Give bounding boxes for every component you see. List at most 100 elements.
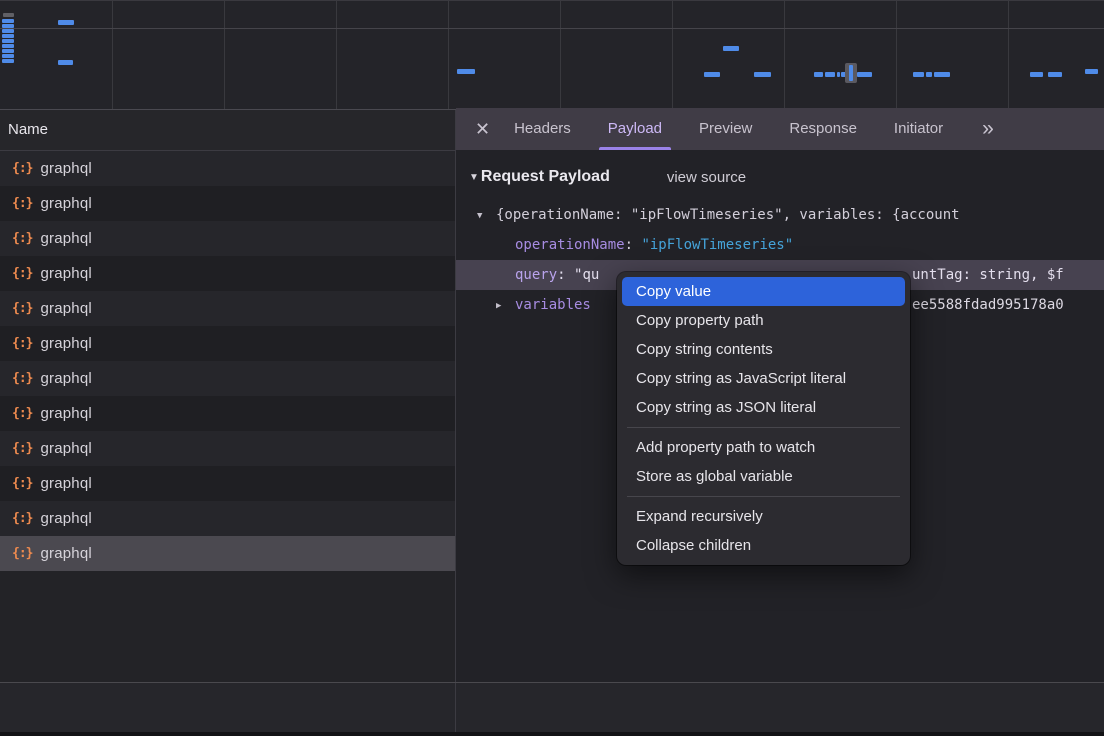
menu-item-copy-string-as-json-literal[interactable]: Copy string as JSON literal — [622, 393, 905, 422]
devtools-network-panel: Name {:} graphql {:} graphql {:} graphql {:} gr… — [0, 0, 1104, 736]
prop-key: operationName — [515, 237, 625, 253]
waterfall-bar — [857, 72, 872, 77]
request-list-panel: Name {:} graphql {:} graphql {:} graphql {:} gr… — [0, 110, 456, 732]
waterfall-bar — [1048, 72, 1062, 77]
network-request-row[interactable]: {:} graphql — [0, 431, 455, 466]
prop-key: variables — [515, 297, 591, 313]
waterfall-bar — [2, 39, 14, 43]
panel-split-divider[interactable] — [455, 683, 456, 732]
waterfall-bar — [2, 24, 14, 28]
more-tabs-icon[interactable]: » — [982, 117, 992, 141]
close-icon[interactable]: ✕ — [475, 119, 490, 140]
waterfall-bar — [723, 46, 739, 51]
selected-request-marker-tick — [849, 65, 853, 81]
json-braces-icon: {:} — [12, 511, 32, 526]
tab-payload[interactable]: Payload — [608, 108, 662, 150]
menu-item-store-as-global-variable[interactable]: Store as global variable — [622, 462, 905, 491]
waterfall-bar — [837, 72, 840, 77]
waterfall-bar — [58, 20, 74, 25]
menu-item-expand-recursively[interactable]: Expand recursively — [622, 502, 905, 531]
waterfall-bar — [704, 72, 720, 77]
waterfall-bar — [2, 44, 14, 48]
request-name: graphql — [40, 545, 91, 562]
prop-value-left-fragment: "qu — [574, 267, 599, 283]
waterfall-bar — [457, 69, 475, 74]
network-request-row[interactable]: {:}graphql — [0, 396, 455, 431]
waterfall-bar — [934, 72, 950, 77]
menu-item-copy-value[interactable]: Copy value — [622, 277, 905, 306]
payload-prop-operationname-row[interactable]: operationName: "ipFlowTimeseries" — [456, 230, 1104, 260]
tab-preview[interactable]: Preview — [699, 108, 752, 150]
network-request-row[interactable]: {:} graphql — [0, 466, 455, 501]
request-name: graphql — [40, 475, 91, 492]
json-braces-icon: {:} — [12, 231, 32, 246]
network-request-row[interactable]: {:}graphql — [0, 361, 455, 396]
waterfall-bar — [2, 29, 14, 33]
waterfall-gray-bar — [3, 13, 14, 17]
key-separator: : — [557, 267, 574, 283]
menu-separator — [627, 427, 900, 428]
waterfall-bar — [814, 72, 823, 77]
tab-label: Response — [789, 120, 857, 137]
network-request-row[interactable]: {:}graphql — [0, 186, 455, 221]
request-name: graphql — [40, 300, 91, 317]
menu-item-add-property-path-to-watch[interactable]: Add property path to watch — [622, 433, 905, 462]
json-braces-icon: {:} — [12, 301, 32, 316]
network-request-row[interactable]: {:}graphql — [0, 221, 455, 256]
collapsed-arrow-icon[interactable]: ▶ — [496, 291, 515, 320]
json-braces-icon: {:} — [12, 476, 32, 491]
menu-item-copy-property-path[interactable]: Copy property path — [622, 306, 905, 335]
overview-gridline — [560, 1, 561, 109]
network-request-row[interactable]: {:} graphql — [0, 326, 455, 361]
network-request-row[interactable]: {:} graphql — [0, 536, 455, 571]
overview-gridline — [672, 1, 673, 109]
menu-group: Expand recursivelyCollapse children — [617, 502, 910, 560]
network-request-row[interactable]: {:} graphql — [0, 501, 455, 536]
request-name: graphql — [40, 440, 91, 457]
network-request-row[interactable]: {:}graphql — [0, 256, 455, 291]
overview-gridline — [896, 1, 897, 109]
request-name: graphql — [40, 510, 91, 527]
menu-item-collapse-children[interactable]: Collapse children — [622, 531, 905, 560]
network-request-row[interactable]: {:} graphql — [0, 291, 455, 326]
window-bottom-edge — [0, 732, 1104, 736]
name-column-header[interactable]: Name — [0, 110, 455, 151]
tab-response[interactable]: Response — [789, 108, 857, 150]
tab-label: Preview — [699, 120, 752, 137]
tab-headers[interactable]: Headers — [514, 108, 571, 150]
view-source-link[interactable]: view source — [667, 169, 746, 186]
tab-initiator[interactable]: Initiator — [894, 108, 943, 150]
tab-label: Payload — [608, 120, 662, 137]
json-braces-icon: {:} — [12, 161, 32, 176]
payload-root-preview-row[interactable]: ▼{operationName: "ipFlowTimeseries", var… — [456, 200, 1104, 230]
json-braces-icon: {:} — [12, 441, 32, 456]
section-collapse-arrow-icon[interactable]: ▼ — [469, 172, 479, 183]
overview-gridline — [336, 1, 337, 109]
expanded-arrow-icon[interactable]: ▼ — [477, 201, 496, 230]
request-name: graphql — [40, 335, 91, 352]
json-braces-icon: {:} — [12, 196, 32, 211]
section-title: Request Payload — [481, 168, 610, 186]
name-column-label: Name — [8, 121, 48, 138]
network-overview-timeline[interactable] — [0, 0, 1104, 110]
menu-item-copy-string-contents[interactable]: Copy string contents — [622, 335, 905, 364]
json-braces-icon: {:} — [12, 336, 32, 351]
request-payload-section-header[interactable]: ▼ Request Payload view source — [456, 150, 1104, 192]
key-separator: : — [625, 237, 642, 253]
menu-separator — [627, 496, 900, 497]
overview-gridline — [448, 1, 449, 109]
waterfall-bar — [58, 60, 73, 65]
prop-value-right-fragment: untTag: string, $f — [912, 260, 1064, 290]
overview-gridline — [784, 1, 785, 109]
json-braces-icon: {:} — [12, 266, 32, 281]
network-request-row[interactable]: {:}graphql — [0, 151, 455, 186]
context-menu: Copy valueCopy property pathCopy string … — [617, 272, 910, 565]
waterfall-bar — [2, 59, 14, 63]
json-braces-icon: {:} — [12, 406, 32, 421]
menu-group: Copy valueCopy property pathCopy string … — [617, 277, 910, 422]
tab-label: Initiator — [894, 120, 943, 137]
request-name: graphql — [40, 370, 91, 387]
waterfall-bar — [926, 72, 932, 77]
json-braces-icon: {:} — [12, 546, 32, 561]
menu-item-copy-string-as-javascript-literal[interactable]: Copy string as JavaScript literal — [622, 364, 905, 393]
